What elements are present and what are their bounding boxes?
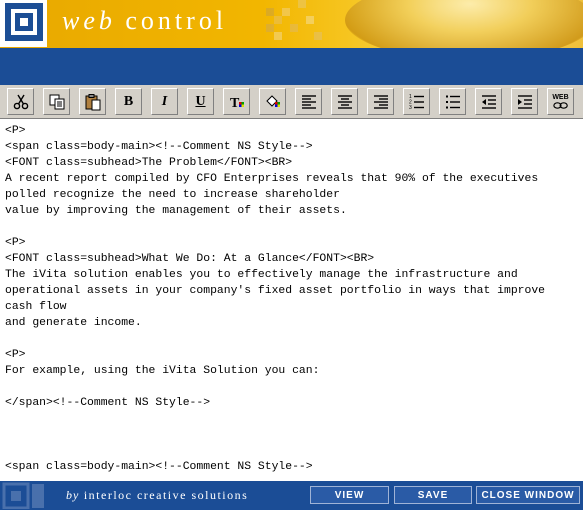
numbered-list-icon: 123 <box>409 94 424 111</box>
svg-text:T: T <box>230 96 240 111</box>
byline-by: by <box>66 488 80 502</box>
byline-company: interloc creative solutions <box>83 488 249 502</box>
cut-button[interactable] <box>7 88 34 115</box>
underline-button[interactable]: U <box>187 88 214 115</box>
italic-button[interactable]: I <box>151 88 178 115</box>
header-pixel <box>290 24 298 32</box>
save-button[interactable]: SAVE <box>394 486 472 504</box>
header-band <box>0 48 583 85</box>
paint-bucket-icon <box>265 94 280 107</box>
header-pixel <box>266 8 274 16</box>
close-window-button[interactable]: CLOSE WINDOW <box>476 486 580 504</box>
web-link-label: WEB <box>552 93 569 101</box>
align-center-button[interactable] <box>331 88 358 115</box>
editor-content[interactable]: <P> <span class=body-main><!--Comment NS… <box>0 119 583 475</box>
header-pixel <box>282 8 290 16</box>
header-pixel <box>266 24 274 32</box>
webcontrol-logo-icon <box>0 0 47 47</box>
view-button[interactable]: VIEW <box>310 486 389 504</box>
interloc-logo-icon <box>2 482 44 509</box>
header-pixel <box>298 0 306 8</box>
brand-web: web <box>62 6 116 35</box>
header-pixel <box>306 16 314 24</box>
align-center-icon <box>337 94 352 109</box>
align-right-button[interactable] <box>367 88 394 115</box>
editor-toolbar: B I U T 123 WEB <box>0 85 583 119</box>
align-left-button[interactable] <box>295 88 322 115</box>
indent-icon <box>517 94 532 109</box>
outdent-button[interactable] <box>475 88 502 115</box>
numbered-list-button[interactable]: 123 <box>403 88 430 115</box>
highlight-button[interactable] <box>259 88 286 115</box>
app-footer: by interloc creative solutions VIEW SAVE… <box>0 481 583 510</box>
web-link-button[interactable]: WEB <box>547 88 574 115</box>
header-pixel <box>274 32 282 40</box>
align-left-icon <box>301 94 316 109</box>
bullet-list-button[interactable] <box>439 88 466 115</box>
scissors-icon <box>13 94 28 109</box>
header-pixel <box>274 16 282 24</box>
svg-text:3: 3 <box>409 105 412 111</box>
header-pixel <box>314 32 322 40</box>
align-right-icon <box>373 94 388 109</box>
indent-button[interactable] <box>511 88 538 115</box>
bullet-list-icon <box>445 95 460 108</box>
text-color-icon: T <box>230 96 244 111</box>
text-color-button[interactable]: T <box>223 88 250 115</box>
header-decoration <box>345 0 583 48</box>
html-source-editor[interactable]: <P> <span class=body-main><!--Comment NS… <box>0 119 583 481</box>
bold-button[interactable]: B <box>115 88 142 115</box>
brand-control: control <box>125 6 228 35</box>
paste-button[interactable] <box>79 88 106 115</box>
outdent-icon <box>481 94 496 109</box>
company-byline: by interloc creative solutions <box>66 488 248 503</box>
paste-icon <box>85 93 100 110</box>
brand-title: web control <box>62 6 227 36</box>
copy-icon <box>49 94 64 109</box>
app-header: web control <box>0 0 583 48</box>
copy-button[interactable] <box>43 88 70 115</box>
web-link-icon <box>552 101 568 109</box>
